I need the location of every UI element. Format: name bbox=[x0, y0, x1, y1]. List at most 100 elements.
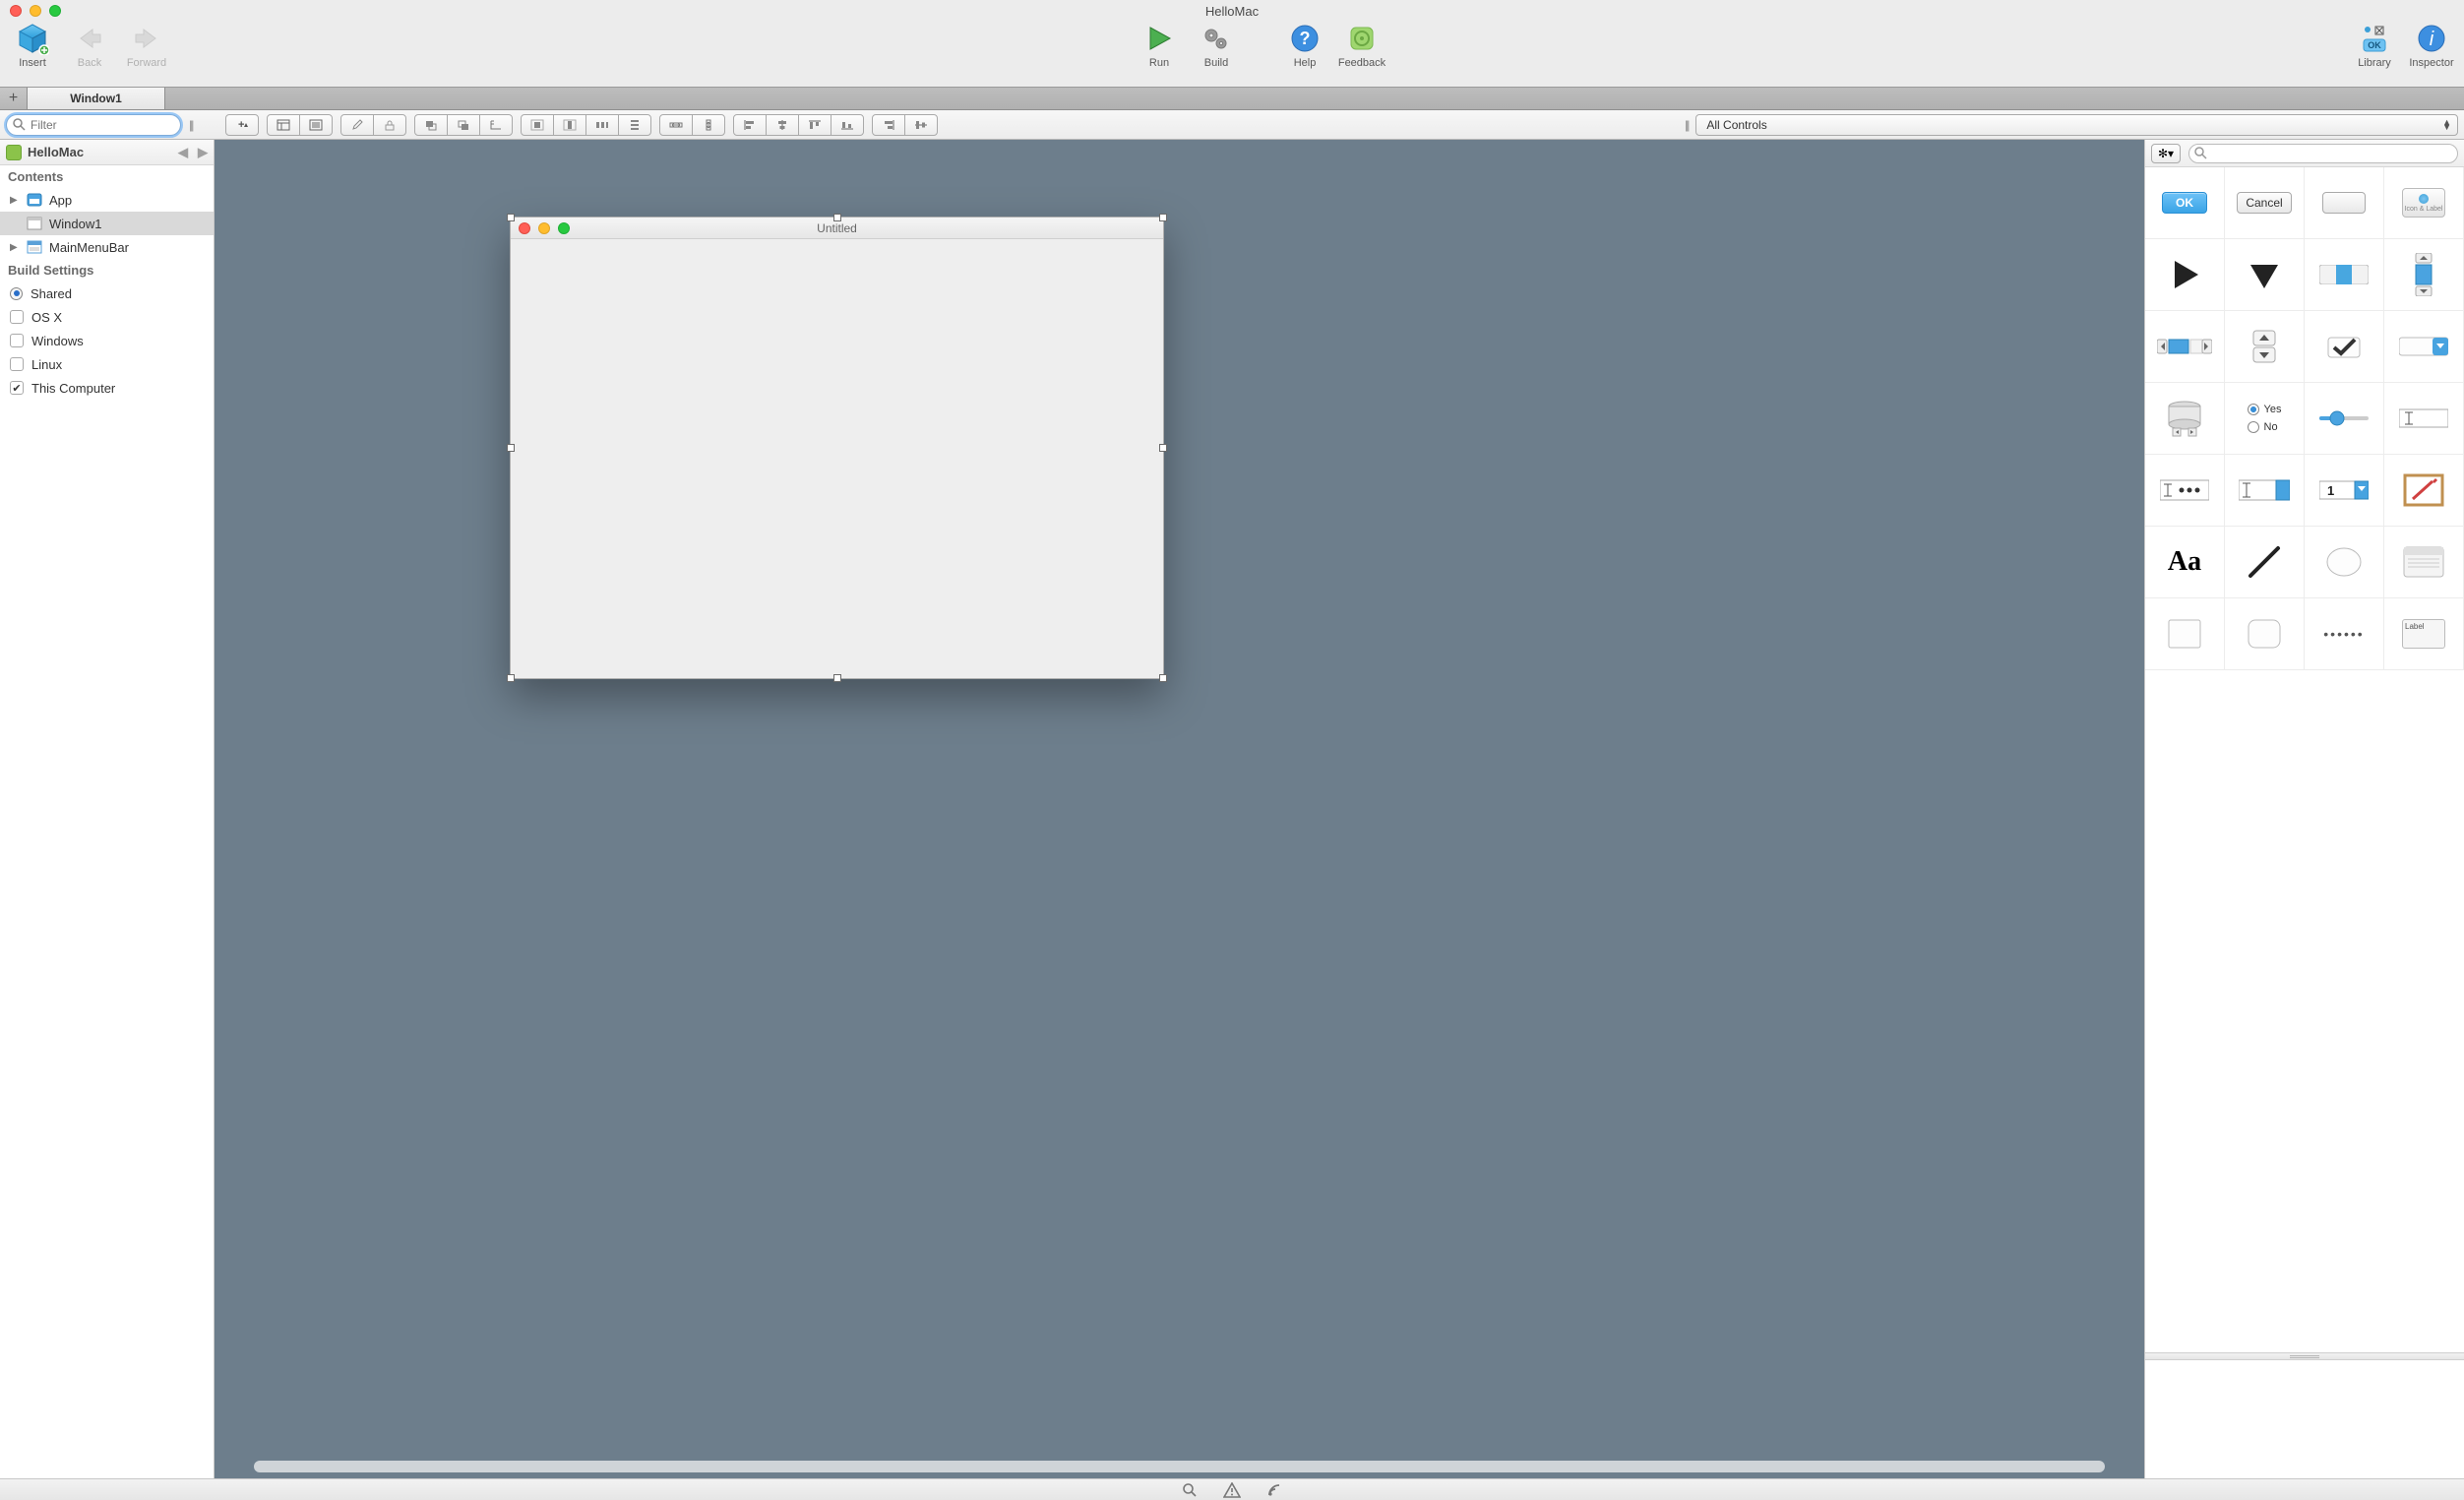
lock-button[interactable] bbox=[373, 114, 406, 136]
control-label-text[interactable]: Label bbox=[2384, 598, 2464, 670]
disclosure-icon[interactable]: ▶ bbox=[10, 242, 20, 253]
build-item-linux[interactable]: Linux bbox=[0, 352, 214, 376]
control-textfield[interactable] bbox=[2384, 383, 2464, 455]
search-status-button[interactable] bbox=[1182, 1482, 1198, 1498]
checkbox-icon[interactable] bbox=[10, 334, 24, 347]
minimize-window-button[interactable] bbox=[30, 5, 41, 17]
fill-width-button[interactable] bbox=[521, 114, 554, 136]
build-item-this-computer[interactable]: ✔This Computer bbox=[0, 376, 214, 400]
align-left-button[interactable] bbox=[733, 114, 767, 136]
control-updown[interactable] bbox=[2225, 311, 2305, 383]
back-button[interactable]: Back bbox=[65, 22, 114, 69]
control-generic-button[interactable] bbox=[2305, 167, 2384, 239]
control-default-button[interactable]: OK bbox=[2145, 167, 2225, 239]
feed-status-button[interactable] bbox=[1266, 1482, 1282, 1498]
control-canvas[interactable] bbox=[2384, 455, 2464, 527]
horizontal-scrollbar[interactable] bbox=[254, 1461, 2105, 1472]
build-button[interactable]: Build bbox=[1192, 22, 1241, 69]
control-password[interactable] bbox=[2145, 455, 2225, 527]
control-slider[interactable] bbox=[2305, 383, 2384, 455]
library-button[interactable]: OK Library bbox=[2350, 22, 2399, 69]
resize-handle-ne[interactable] bbox=[1159, 214, 1167, 221]
order-front-button[interactable] bbox=[414, 114, 448, 136]
build-item-osx[interactable]: OS X bbox=[0, 305, 214, 329]
nav-item-window1[interactable]: Window1 bbox=[0, 212, 214, 235]
control-checkbox[interactable] bbox=[2305, 311, 2384, 383]
vfill-button[interactable] bbox=[692, 114, 725, 136]
right-pane-grip-icon[interactable]: ||| bbox=[1685, 118, 1688, 132]
zoom-window-button[interactable] bbox=[49, 5, 61, 17]
checkbox-icon[interactable] bbox=[10, 310, 24, 324]
library-resize-handle[interactable] bbox=[2145, 1352, 2464, 1360]
edit-mode-button[interactable] bbox=[340, 114, 374, 136]
control-cancel-button[interactable]: Cancel bbox=[2225, 167, 2305, 239]
build-item-windows[interactable]: Windows bbox=[0, 329, 214, 352]
add-control-button[interactable]: + bbox=[225, 114, 259, 136]
space-v-button[interactable] bbox=[618, 114, 651, 136]
library-filter-popup[interactable]: All Controls ▲▼ bbox=[1695, 114, 2458, 136]
control-number[interactable]: 1 bbox=[2305, 455, 2384, 527]
design-window[interactable]: Untitled bbox=[510, 217, 1164, 679]
library-search-input[interactable] bbox=[2188, 144, 2458, 163]
align-right-button[interactable] bbox=[872, 114, 905, 136]
nav-prev-button[interactable]: ◀ bbox=[178, 145, 188, 160]
resize-handle-nw[interactable] bbox=[507, 214, 515, 221]
view-list-button[interactable] bbox=[299, 114, 333, 136]
control-oval[interactable] bbox=[2305, 527, 2384, 598]
insert-button[interactable]: Insert bbox=[8, 22, 57, 69]
control-stepper-vertical[interactable] bbox=[2384, 239, 2464, 311]
resize-handle-e[interactable] bbox=[1159, 444, 1167, 452]
measure-button[interactable] bbox=[479, 114, 513, 136]
feedback-button[interactable]: Feedback bbox=[1337, 22, 1386, 69]
build-item-shared[interactable]: Shared bbox=[0, 281, 214, 305]
filter-input[interactable] bbox=[6, 114, 181, 136]
align-hcenter-button[interactable] bbox=[766, 114, 799, 136]
forward-button[interactable]: Forward bbox=[122, 22, 171, 69]
nav-item-app[interactable]: ▶ App bbox=[0, 188, 214, 212]
control-disclosure-right[interactable] bbox=[2145, 239, 2225, 311]
nav-next-button[interactable]: ▶ bbox=[198, 145, 208, 160]
checkbox-icon[interactable]: ✔ bbox=[10, 381, 24, 395]
disclosure-icon[interactable]: ▶ bbox=[10, 195, 20, 206]
control-radio-group[interactable]: Yes No bbox=[2225, 383, 2305, 455]
fill-height-button[interactable] bbox=[553, 114, 586, 136]
resize-handle-se[interactable] bbox=[1159, 674, 1167, 682]
inspector-button[interactable]: i Inspector bbox=[2407, 22, 2456, 69]
canvas[interactable]: Untitled bbox=[215, 140, 2144, 1478]
control-label-font[interactable]: Aa bbox=[2145, 527, 2225, 598]
nav-item-mainmenubar[interactable]: ▶ MainMenuBar bbox=[0, 235, 214, 259]
control-separator[interactable]: •••••• bbox=[2305, 598, 2384, 670]
control-combo[interactable] bbox=[2225, 455, 2305, 527]
close-window-button[interactable] bbox=[10, 5, 22, 17]
control-scrollbar[interactable] bbox=[2145, 311, 2225, 383]
warnings-status-button[interactable] bbox=[1223, 1482, 1241, 1498]
align-top-button[interactable] bbox=[798, 114, 832, 136]
resize-handle-n[interactable] bbox=[833, 214, 841, 221]
hfill-button[interactable] bbox=[659, 114, 693, 136]
pane-grip-icon[interactable]: ||| bbox=[189, 118, 192, 132]
control-roundrect[interactable] bbox=[2225, 598, 2305, 670]
space-h-button[interactable] bbox=[585, 114, 619, 136]
control-bevel-button[interactable]: Icon & Label bbox=[2384, 167, 2464, 239]
run-button[interactable]: Run bbox=[1135, 22, 1184, 69]
resize-handle-s[interactable] bbox=[833, 674, 841, 682]
help-button[interactable]: ? Help bbox=[1280, 22, 1329, 69]
resize-handle-sw[interactable] bbox=[507, 674, 515, 682]
order-back-button[interactable] bbox=[447, 114, 480, 136]
view-layout-button[interactable] bbox=[267, 114, 300, 136]
align-vcenter-button[interactable] bbox=[904, 114, 938, 136]
add-tab-button[interactable]: + bbox=[0, 88, 28, 109]
control-popup[interactable] bbox=[2384, 311, 2464, 383]
control-disclosure-down[interactable] bbox=[2225, 239, 2305, 311]
control-groupbox[interactable] bbox=[2384, 527, 2464, 598]
control-segmented[interactable] bbox=[2305, 239, 2384, 311]
checkbox-icon[interactable] bbox=[10, 357, 24, 371]
control-rectangle[interactable] bbox=[2145, 598, 2225, 670]
radio-icon[interactable] bbox=[10, 287, 23, 300]
control-line[interactable] bbox=[2225, 527, 2305, 598]
align-bottom-button[interactable] bbox=[831, 114, 864, 136]
library-options-button[interactable]: ✻▾ bbox=[2151, 144, 2181, 163]
resize-handle-w[interactable] bbox=[507, 444, 515, 452]
control-listbox[interactable] bbox=[2145, 383, 2225, 455]
tab-window1[interactable]: Window1 bbox=[28, 88, 165, 109]
